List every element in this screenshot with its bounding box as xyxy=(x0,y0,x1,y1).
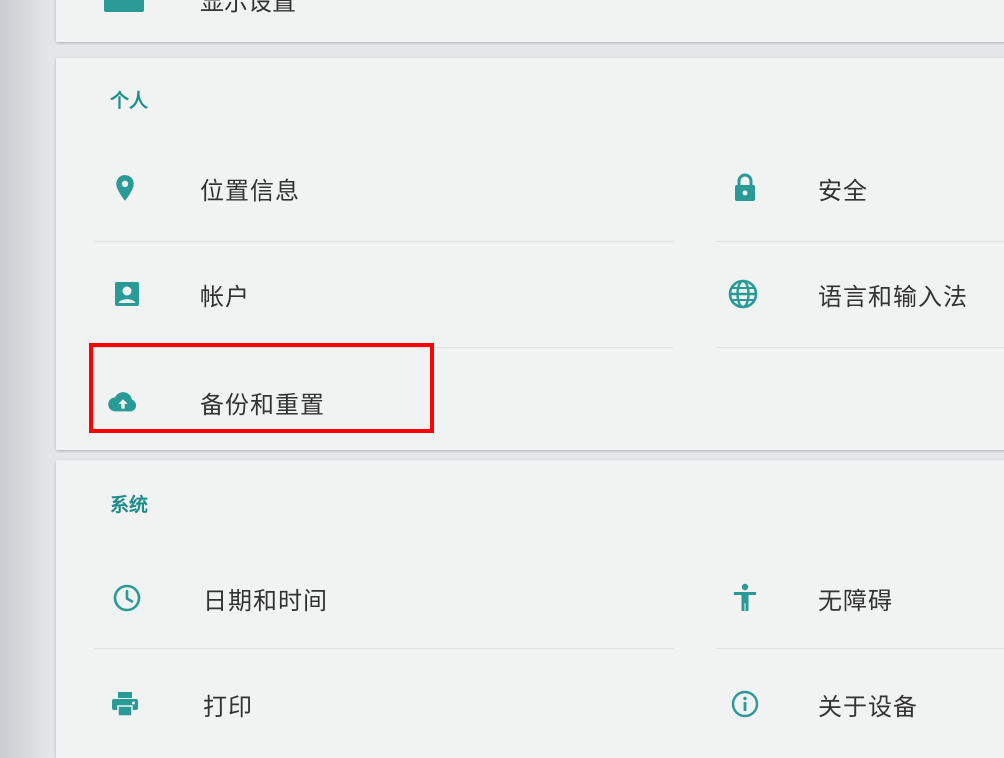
settings-item-location[interactable] xyxy=(110,158,140,218)
system-section-header: 系统 xyxy=(110,494,149,516)
settings-item-about-device-label-wrap: 关于设备 xyxy=(818,674,918,734)
highlight-box xyxy=(89,343,434,433)
divider xyxy=(95,241,673,242)
settings-item-security[interactable] xyxy=(730,158,760,218)
settings-item-about-device-label: 关于设备 xyxy=(818,692,918,721)
settings-item-account[interactable] xyxy=(112,264,142,324)
clock-icon xyxy=(112,583,142,613)
personal-section-header: 个人 xyxy=(110,90,149,112)
settings-item-about-device[interactable] xyxy=(730,674,760,734)
display-settings-card xyxy=(56,0,1004,42)
printer-icon xyxy=(110,689,140,719)
location-pin-icon xyxy=(110,173,140,203)
lock-icon xyxy=(730,173,760,203)
settings-item-print-label: 打印 xyxy=(203,692,253,721)
globe-icon xyxy=(728,279,758,309)
display-settings-label[interactable]: 显示设置 xyxy=(200,0,296,17)
divider xyxy=(716,648,1004,649)
settings-item-language-label-wrap: 语言和输入法 xyxy=(818,264,968,324)
divider xyxy=(95,648,673,649)
settings-item-print-label-wrap: 打印 xyxy=(203,674,253,734)
display-icon xyxy=(104,0,144,12)
info-icon xyxy=(730,689,760,719)
settings-item-print[interactable] xyxy=(110,674,140,734)
accessibility-icon xyxy=(730,583,760,613)
divider xyxy=(716,241,1004,242)
settings-item-language-label: 语言和输入法 xyxy=(818,282,968,311)
settings-item-accessibility-label: 无障碍 xyxy=(818,586,893,615)
account-box-icon xyxy=(112,279,142,309)
settings-item-date-time-label: 日期和时间 xyxy=(203,586,328,615)
settings-item-location-label: 位置信息 xyxy=(200,176,300,205)
settings-item-account-label-wrap: 帐户 xyxy=(200,264,250,324)
settings-item-date-time-label-wrap: 日期和时间 xyxy=(203,568,328,628)
settings-item-security-label-wrap: 安全 xyxy=(818,158,868,218)
settings-item-location-label-wrap: 位置信息 xyxy=(200,158,300,218)
settings-item-accessibility[interactable] xyxy=(730,568,760,628)
settings-item-date-time[interactable] xyxy=(112,568,142,628)
divider xyxy=(716,347,1004,348)
settings-item-accessibility-label-wrap: 无障碍 xyxy=(818,568,893,628)
settings-item-security-label: 安全 xyxy=(818,176,868,205)
settings-item-language[interactable] xyxy=(728,264,758,324)
settings-item-account-label: 帐户 xyxy=(200,282,250,311)
